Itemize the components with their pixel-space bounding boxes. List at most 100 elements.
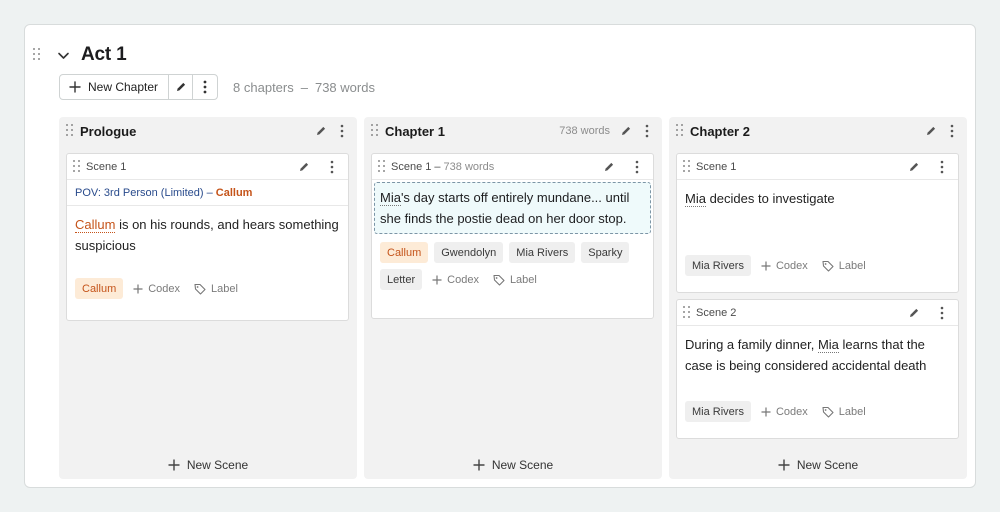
drag-handle-icon[interactable]: [676, 124, 684, 138]
add-label-text: Label: [509, 273, 537, 286]
more-vertical-icon[interactable]: [325, 159, 339, 175]
drag-handle-icon[interactable]: [683, 305, 691, 320]
summary-text: 's day starts off entirely mundane... un…: [380, 190, 630, 226]
more-vertical-icon[interactable]: [935, 159, 949, 175]
codex-tag[interactable]: Gwendolyn: [434, 242, 504, 263]
plus-icon: [432, 275, 442, 284]
codex-tag[interactable]: Callum: [75, 278, 124, 299]
pencil-icon[interactable]: [297, 159, 311, 175]
pencil-icon[interactable]: [619, 123, 633, 139]
pencil-icon[interactable]: [924, 123, 938, 139]
more-vertical-icon[interactable]: [935, 305, 949, 321]
scene-summary[interactable]: Mia decides to investigate: [677, 180, 958, 255]
scene-card[interactable]: Scene 1 Mia decides to investigate Mia R…: [676, 153, 959, 293]
chapter-tools: [924, 123, 959, 139]
add-codex-label: Codex: [447, 273, 479, 286]
scene-card[interactable]: Scene 2 During a family dinner, Mia lear…: [676, 299, 959, 439]
scene-card[interactable]: Scene 1 – 738 words Mia's day starts off…: [371, 153, 654, 319]
more-vertical-icon[interactable]: [640, 123, 654, 139]
new-scene-button[interactable]: New Scene: [669, 455, 967, 475]
tag-icon: [822, 406, 834, 418]
tag-icon: [822, 260, 834, 272]
act-title: Act 1: [81, 44, 127, 65]
add-codex-button[interactable]: Codex: [757, 255, 812, 276]
chapter-word-count: 738 words: [559, 125, 610, 137]
drag-handle-icon[interactable]: [683, 159, 691, 174]
add-codex-button[interactable]: Codex: [757, 401, 812, 422]
scene-label: Scene 1: [696, 160, 737, 173]
plus-icon: [761, 261, 771, 270]
new-scene-button[interactable]: New Scene: [364, 455, 662, 475]
chapter-column: Chapter 1 738 words Scene 1 – 738 words …: [364, 117, 662, 479]
pov-row[interactable]: POV: 3rd Person (Limited) – Callum: [67, 180, 348, 206]
act-panel: Act 1 New Chapter 8 chapters – 738 words…: [24, 24, 976, 488]
chapter-count: 8 chapters: [233, 79, 294, 95]
scene-summary[interactable]: During a family dinner, Mia learns that …: [677, 326, 958, 401]
scene-tags: Mia Rivers Codex Label: [677, 401, 958, 422]
character-mention[interactable]: Mia: [685, 191, 706, 207]
character-mention[interactable]: Mia: [817, 337, 839, 353]
drag-handle-icon[interactable]: [73, 159, 81, 174]
more-vertical-icon[interactable]: [335, 123, 349, 139]
character-mention[interactable]: Callum: [75, 217, 116, 233]
act-button-group: New Chapter: [59, 74, 219, 100]
scene-header: Scene 1 – 738 words: [372, 154, 653, 180]
codex-tag[interactable]: Mia Rivers: [509, 242, 576, 263]
chapter-header: Prologue: [59, 117, 357, 145]
add-label-button[interactable]: Label: [489, 269, 541, 290]
codex-tag[interactable]: Sparky: [581, 242, 630, 263]
chapter-column: Chapter 2 Scene 1 Mia decides to investi…: [669, 117, 967, 479]
codex-tag[interactable]: Callum: [380, 242, 429, 263]
drag-handle-icon[interactable]: [378, 159, 386, 174]
scene-word-count: 738 words: [443, 160, 495, 173]
add-codex-button[interactable]: Codex: [428, 269, 483, 290]
summary-separator: –: [300, 79, 308, 95]
character-mention[interactable]: Mia: [380, 190, 401, 206]
summary-text: is on his rounds, and hears something su…: [75, 217, 339, 253]
more-vertical-icon[interactable]: [945, 123, 959, 139]
add-label-button[interactable]: Label: [818, 401, 870, 422]
scene-label: Scene 1 –: [391, 160, 441, 173]
new-scene-label: New Scene: [491, 458, 554, 472]
pencil-icon[interactable]: [907, 305, 921, 321]
act-header: Act 1: [33, 43, 127, 67]
more-vertical-icon[interactable]: [630, 159, 644, 175]
new-chapter-button[interactable]: New Chapter: [60, 75, 170, 99]
chevron-down-icon[interactable]: [55, 47, 71, 63]
drag-handle-icon[interactable]: [33, 48, 41, 62]
chapter-title[interactable]: Chapter 1: [385, 124, 445, 139]
pencil-icon[interactable]: [314, 123, 328, 139]
codex-tag[interactable]: Letter: [380, 269, 423, 290]
act-summary: 8 chapters – 738 words: [233, 80, 375, 95]
add-label-button[interactable]: Label: [818, 255, 870, 276]
scene-label: Scene 1: [86, 160, 127, 173]
act-more-button[interactable]: [193, 75, 217, 99]
scene-header: Scene 2: [677, 300, 958, 326]
scene-card[interactable]: Scene 1 POV: 3rd Person (Limited) – Call…: [66, 153, 349, 321]
drag-handle-icon[interactable]: [371, 124, 379, 138]
plus-icon: [69, 81, 81, 93]
act-toolbar: New Chapter 8 chapters – 738 words: [59, 74, 375, 100]
more-vertical-icon: [203, 80, 207, 94]
chapter-column: Prologue Scene 1 POV: 3rd Person (Limite…: [59, 117, 357, 479]
scene-summary-editor[interactable]: Mia's day starts off entirely mundane...…: [374, 182, 651, 234]
pencil-icon[interactable]: [907, 159, 921, 175]
scene-summary[interactable]: Callum is on his rounds, and hears somet…: [67, 206, 348, 278]
add-codex-button[interactable]: Codex: [129, 278, 184, 299]
tag-icon: [194, 283, 206, 295]
edit-act-button[interactable]: [169, 75, 194, 99]
summary-text: During a family dinner,: [685, 337, 818, 352]
new-scene-button[interactable]: New Scene: [59, 455, 357, 475]
plus-icon: [133, 284, 143, 293]
plus-icon: [168, 459, 180, 471]
codex-tag[interactable]: Mia Rivers: [685, 255, 751, 276]
new-scene-label: New Scene: [186, 458, 249, 472]
chapter-title[interactable]: Chapter 2: [690, 124, 750, 139]
pencil-icon[interactable]: [602, 159, 616, 175]
new-chapter-label: New Chapter: [88, 80, 159, 94]
chapter-title[interactable]: Prologue: [80, 124, 136, 139]
scene-label: Scene 2: [696, 306, 737, 319]
drag-handle-icon[interactable]: [66, 124, 74, 138]
add-label-button[interactable]: Label: [190, 278, 242, 299]
codex-tag[interactable]: Mia Rivers: [685, 401, 751, 422]
